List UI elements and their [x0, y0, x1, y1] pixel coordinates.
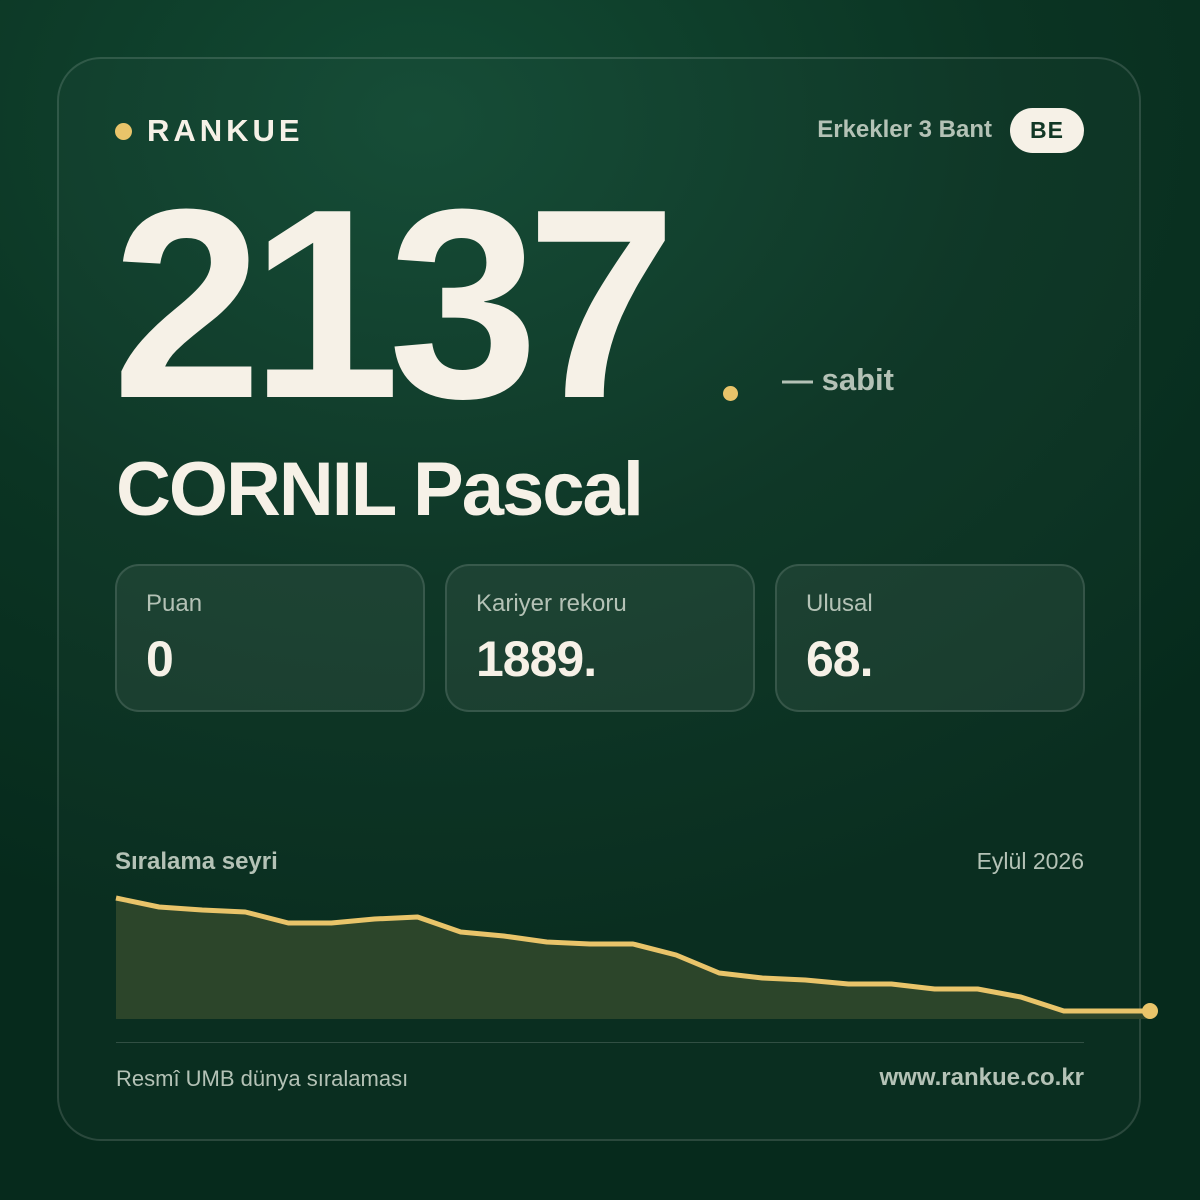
stat-value: 1889. [476, 631, 597, 687]
brand: RANKUE [115, 113, 304, 148]
rating-trend: — sabit [782, 362, 894, 397]
category-label: Erkekler 3 Bant [817, 116, 992, 143]
country-badge: BE [1010, 108, 1084, 153]
brand-name: RANKUE [147, 113, 304, 148]
footer-source: Resmî UMB dünya sıralaması [116, 1066, 409, 1091]
stat-label: Ulusal [806, 590, 873, 617]
footer-divider [116, 1042, 1084, 1043]
stat-card-career-best: Kariyer rekoru 1889. [445, 564, 755, 712]
history-title: Sıralama seyri [115, 848, 278, 875]
stat-label: Puan [146, 590, 203, 617]
player-name: CORNIL Pascal [116, 447, 644, 532]
rating-value: 2137 [112, 154, 677, 455]
stat-card-points: Puan 0 [115, 564, 425, 712]
footer-url[interactable]: www.rankue.co.kr [879, 1064, 1084, 1092]
stat-card-national: Ulusal 68. [775, 564, 1085, 712]
history-date: Eylül 2026 [976, 848, 1084, 874]
brand-dot-icon [115, 122, 132, 140]
stat-value: 68. [806, 631, 874, 687]
rating-dot-icon [723, 386, 738, 401]
stat-label: Kariyer rekoru [476, 590, 627, 617]
ranking-end-point [1142, 1003, 1158, 1019]
stat-value: 0 [146, 631, 174, 687]
